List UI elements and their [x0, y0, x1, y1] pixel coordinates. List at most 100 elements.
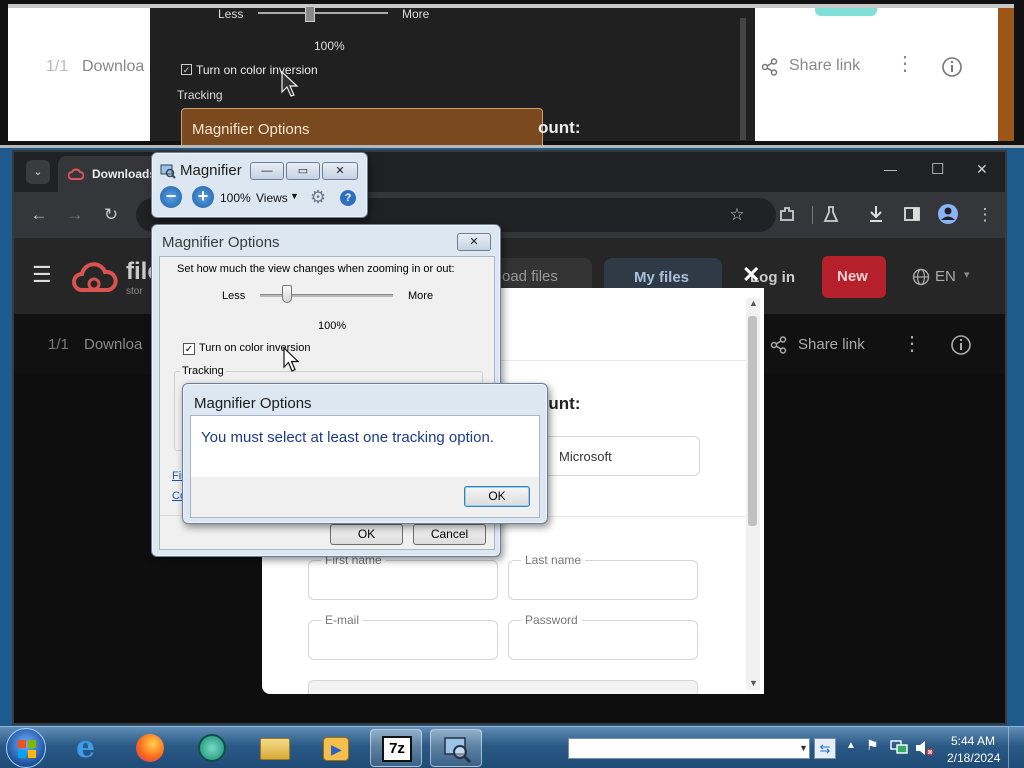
- options-cancel-button[interactable]: Cancel: [413, 524, 486, 545]
- password-field[interactable]: Password: [508, 613, 698, 660]
- taskbar-7zip[interactable]: 7z: [370, 729, 422, 767]
- download-label[interactable]: Downloa: [84, 336, 142, 353]
- magnifier-app-icon: [160, 164, 176, 179]
- options-close-button[interactable]: ✕: [457, 233, 491, 251]
- zoom-instruction: Set how much the view changes when zoomi…: [177, 263, 455, 275]
- page-counter: 1/1: [48, 336, 69, 353]
- mag-scrollbar: [740, 18, 746, 140]
- taskbar-app-teal[interactable]: [186, 729, 238, 767]
- info-icon[interactable]: [950, 334, 972, 356]
- zoom-slider-track[interactable]: [260, 294, 393, 297]
- clock-date[interactable]: 2/18/2024: [947, 751, 1000, 765]
- mag-info-icon: [942, 57, 962, 77]
- modal-close-icon[interactable]: ✕: [742, 262, 760, 288]
- nav-my-files[interactable]: My files: [634, 269, 689, 286]
- alert-title: Magnifier Options: [194, 395, 312, 412]
- forward-icon[interactable]: →: [64, 204, 86, 226]
- tab-search-button[interactable]: ⌄: [26, 160, 50, 184]
- download-icon[interactable]: [867, 204, 885, 224]
- modal-scrollbar[interactable]: ▲ ▼: [746, 298, 760, 690]
- tray-expand-icon[interactable]: ▲: [846, 740, 856, 751]
- last-name-label: Last name: [521, 553, 586, 567]
- alert-client: You must select at least one tracking op…: [190, 415, 540, 518]
- site-logo-icon[interactable]: [72, 260, 118, 296]
- action-center-flag-icon[interactable]: ⚑: [866, 737, 879, 754]
- windows-logo-icon: [18, 740, 36, 758]
- mag-download-label: Downloa: [82, 58, 145, 75]
- microsoft-login-button[interactable]: Microsoft: [532, 436, 700, 476]
- profile-avatar-icon[interactable]: [937, 203, 959, 225]
- new-button[interactable]: New: [822, 256, 886, 298]
- scroll-down-icon[interactable]: ▼: [749, 678, 758, 688]
- inversion-checkbox[interactable]: ✓: [183, 343, 195, 355]
- mag-slider-thumb: [305, 6, 315, 22]
- taskbar-firefox[interactable]: [124, 729, 176, 767]
- magnifier-minimize-button[interactable]: —: [250, 162, 284, 180]
- start-button[interactable]: [6, 728, 46, 768]
- mag-right-pane: Share link ⋮: [755, 8, 998, 141]
- back-icon[interactable]: ←: [28, 204, 50, 226]
- volume-muted-icon[interactable]: [914, 739, 934, 757]
- alert-ok-button[interactable]: OK: [464, 486, 530, 507]
- options-gear-icon[interactable]: ⚙: [310, 187, 326, 208]
- reload-icon[interactable]: ↻: [100, 204, 122, 226]
- password-label: Password: [521, 613, 582, 627]
- folder-icon: [260, 738, 290, 760]
- next-field[interactable]: [308, 680, 698, 694]
- taskbar-internet-explorer[interactable]: e: [64, 729, 116, 767]
- maximize-button[interactable]: ☐: [931, 160, 944, 178]
- language-caret-icon[interactable]: ▾: [964, 268, 970, 281]
- mag-page-counter: 1/1: [46, 58, 69, 75]
- zoom-slider-thumb[interactable]: [281, 285, 292, 303]
- clock-time[interactable]: 5:44 AM: [951, 734, 995, 748]
- mag-options-dialog: Less More 100% ✓ Turn on color inversion…: [150, 6, 755, 145]
- email-field[interactable]: E-mail: [308, 613, 498, 660]
- microsoft-label: Microsoft: [559, 449, 612, 464]
- media-player-icon: ▶: [323, 737, 349, 761]
- address-toolbar-input[interactable]: ▼: [568, 738, 810, 759]
- slider-more-label: More: [408, 290, 434, 302]
- help-icon[interactable]: ?: [340, 190, 356, 206]
- magnifier-close-button[interactable]: ✕: [322, 162, 358, 180]
- zoom-in-icon[interactable]: +: [192, 186, 214, 208]
- taskbar-file-explorer[interactable]: [248, 729, 300, 767]
- browser-tab[interactable]: Downloads: [58, 156, 158, 192]
- slider-value: 100%: [318, 320, 347, 332]
- last-name-field[interactable]: Last name: [508, 553, 698, 600]
- share-link[interactable]: Share link: [798, 336, 865, 353]
- network-icon[interactable]: [890, 739, 908, 755]
- file-kebab-icon[interactable]: ⋮: [902, 331, 922, 356]
- hamburger-icon[interactable]: ☰: [32, 262, 52, 288]
- mag-more: More: [402, 7, 430, 21]
- scroll-thumb[interactable]: [748, 316, 757, 526]
- minimize-button[interactable]: —: [884, 162, 897, 177]
- close-button[interactable]: ✕: [976, 161, 988, 178]
- labs-flask-icon[interactable]: [822, 205, 840, 223]
- share-icon[interactable]: [770, 336, 788, 354]
- menu-kebab-icon[interactable]: ⋮: [974, 204, 996, 226]
- mag-cursor-icon: [281, 70, 299, 97]
- show-desktop-button[interactable]: [1008, 727, 1024, 768]
- bookmark-star-icon[interactable]: ☆: [726, 204, 748, 226]
- first-name-field[interactable]: First name: [308, 553, 498, 600]
- taskbar-magnifier[interactable]: [430, 729, 482, 767]
- zoom-out-icon[interactable]: −: [160, 186, 182, 208]
- taskbar-media-player[interactable]: ▶: [310, 729, 362, 767]
- alert-dialog: Magnifier Options You must select at lea…: [182, 383, 548, 524]
- magnifier-maximize-button[interactable]: ▭: [286, 162, 320, 180]
- globe-icon[interactable]: [912, 268, 930, 286]
- address-go-icon[interactable]: ⇆: [814, 738, 836, 759]
- nav-upload-files[interactable]: oad files: [502, 268, 558, 285]
- taskbar: e ▶ 7z ▼ ⇆ ▲ ⚑ 5:44 AM 2/18/2024: [0, 726, 1024, 768]
- views-caret-icon[interactable]: ▼: [290, 191, 299, 201]
- language-label[interactable]: EN: [935, 268, 956, 285]
- mag-account-text: ount:: [538, 118, 581, 137]
- options-ok-button[interactable]: OK: [330, 524, 403, 545]
- new-button-label: New: [837, 268, 868, 285]
- extensions-icon[interactable]: [778, 205, 796, 223]
- scroll-up-icon[interactable]: ▲: [749, 298, 758, 308]
- views-menu[interactable]: Views: [256, 191, 288, 205]
- address-dropdown-icon[interactable]: ▼: [799, 743, 808, 753]
- side-panel-icon[interactable]: [903, 205, 921, 223]
- mouse-cursor-icon: [283, 346, 300, 372]
